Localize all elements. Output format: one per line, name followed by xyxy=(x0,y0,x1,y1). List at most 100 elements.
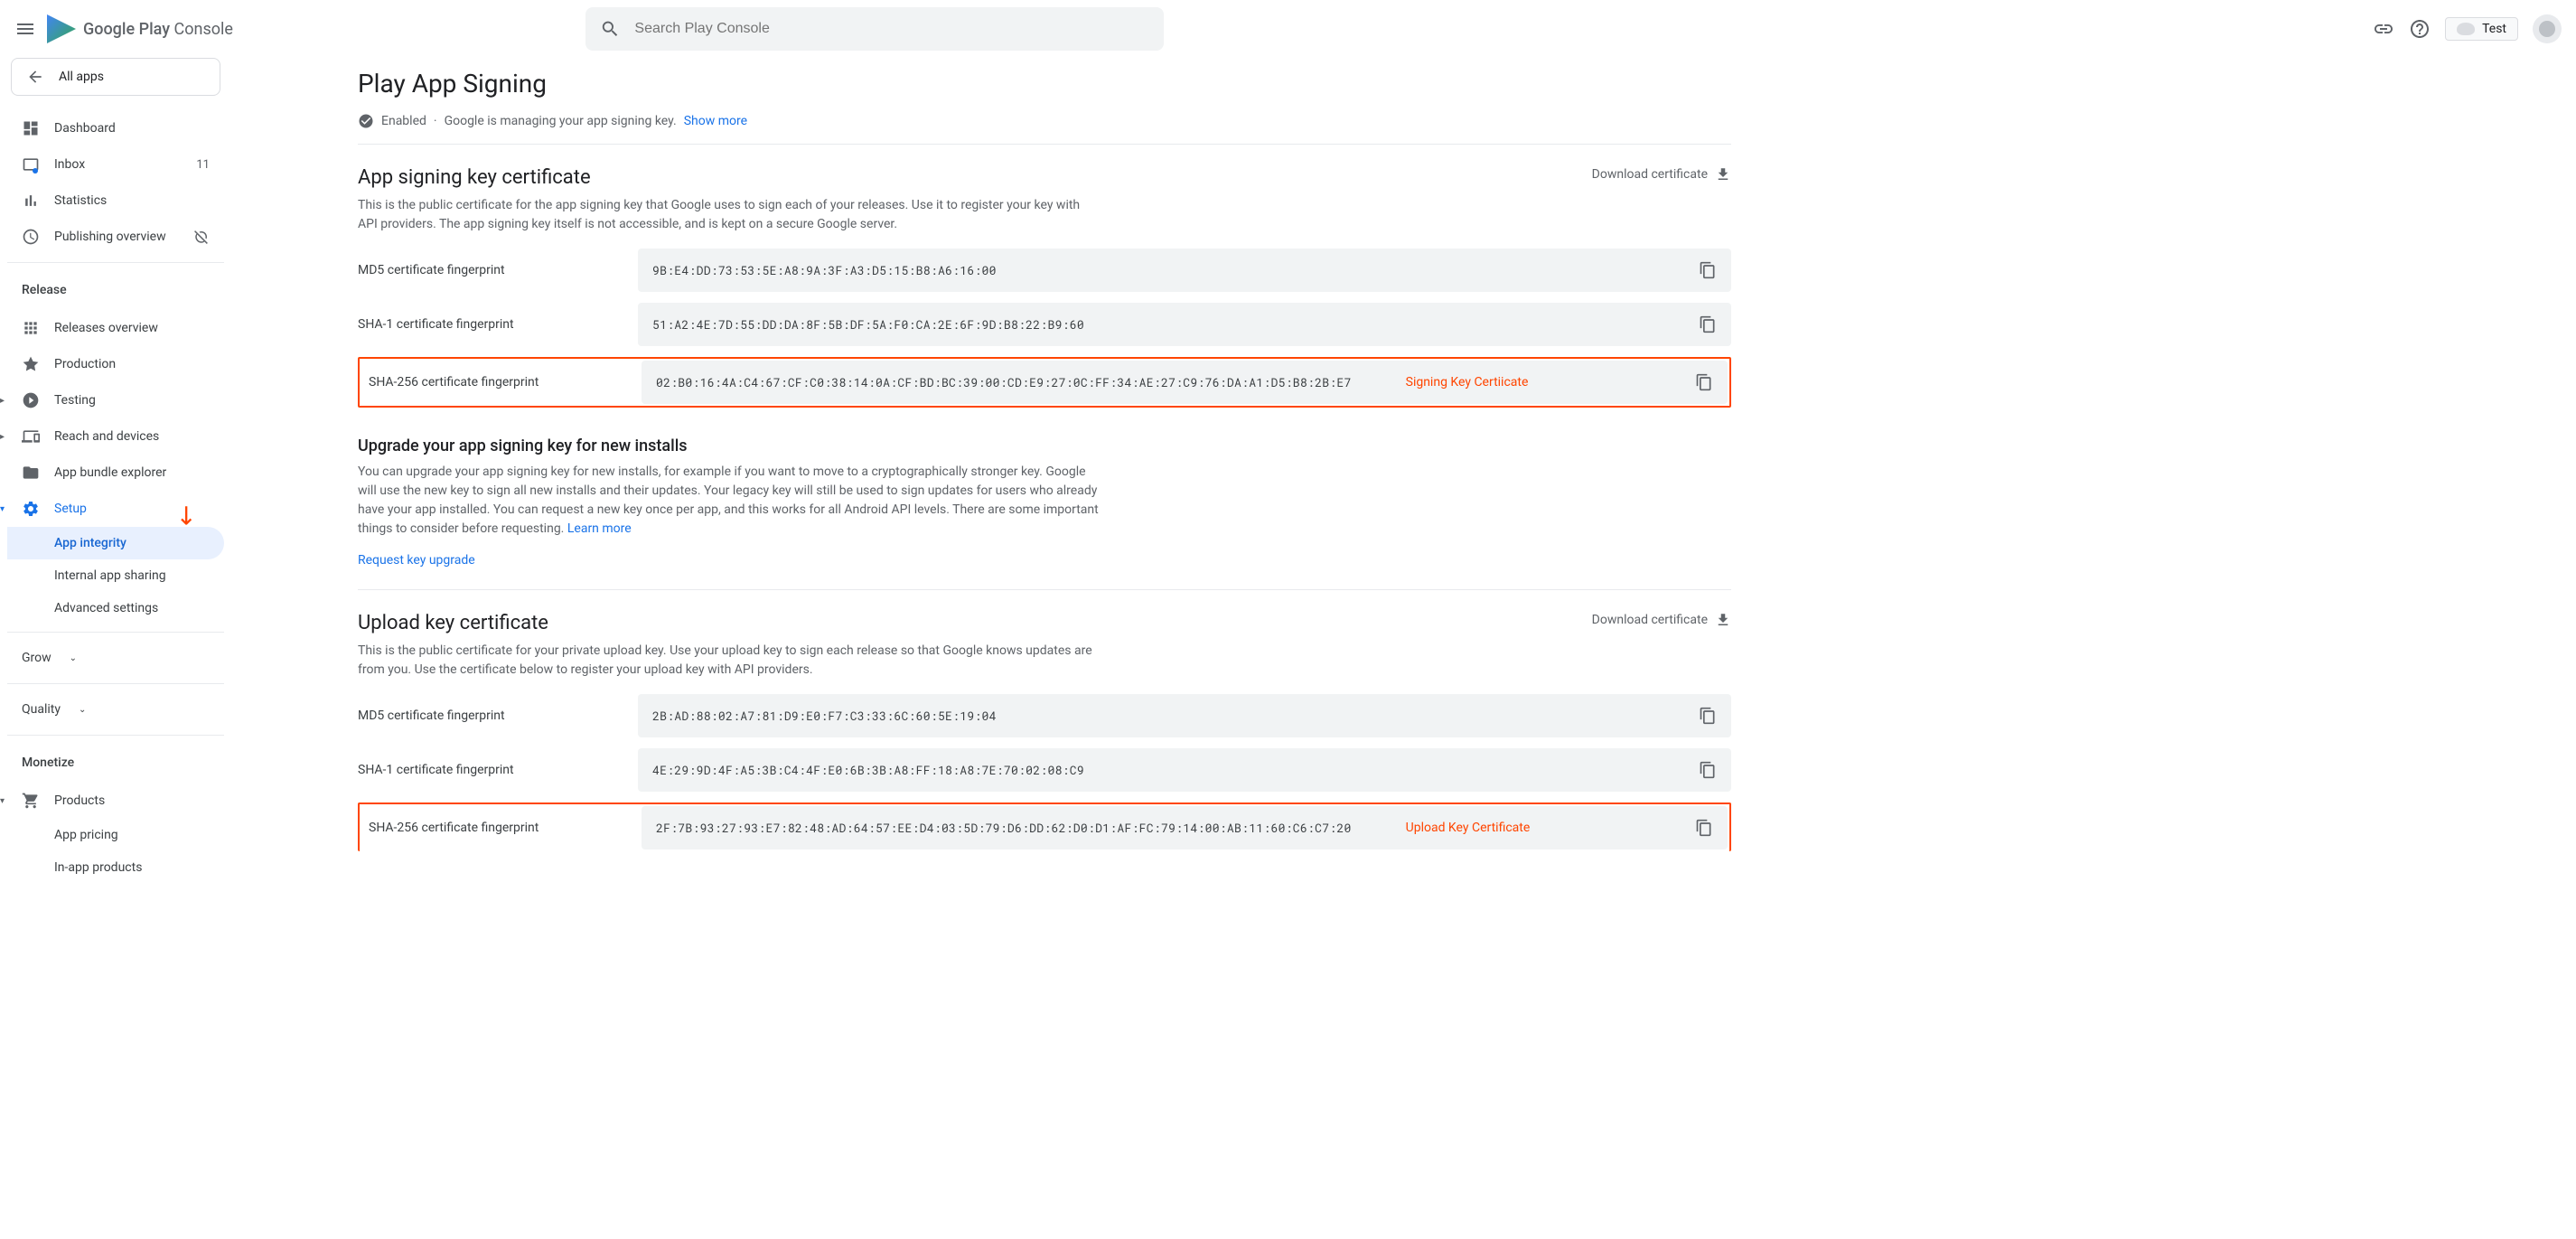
logo[interactable]: Google Play Console xyxy=(47,14,233,43)
sidebar-item-dashboard[interactable]: Dashboard xyxy=(7,110,224,146)
reach-icon xyxy=(22,427,40,446)
grow-section-header[interactable]: Grow ⌄ xyxy=(7,640,224,676)
fp-label: MD5 certificate fingerprint xyxy=(358,263,638,277)
sidebar-item-in-app-products[interactable]: In-app products xyxy=(7,851,224,884)
sidebar-item-label: Inbox xyxy=(54,157,85,172)
sidebar-item-inbox[interactable]: Inbox 11 xyxy=(7,146,224,183)
signing-sha256-row: SHA-256 certificate fingerprint 02:B0:16… xyxy=(361,361,1728,404)
sidebar-item-label: Testing xyxy=(54,393,96,408)
upload-sha256-row: SHA-256 certificate fingerprint 2F:7B:93… xyxy=(361,806,1728,849)
sidebar-item-reach[interactable]: ▸ Reach and devices xyxy=(7,418,224,455)
sidebar-item-publishing[interactable]: Publishing overview xyxy=(7,219,224,255)
learn-more-link[interactable]: Learn more xyxy=(567,521,632,536)
help-icon[interactable] xyxy=(2409,18,2431,40)
sidebar-item-label: Production xyxy=(54,357,116,371)
upload-sha256-highlight: SHA-256 certificate fingerprint 2F:7B:93… xyxy=(358,803,1731,851)
upgrade-title: Upgrade your app signing key for new ins… xyxy=(358,436,1731,455)
upload-sha1-row: SHA-1 certificate fingerprint 4E:29:9D:4… xyxy=(358,748,1731,792)
main-content: Play App Signing Enabled · Google is man… xyxy=(231,58,1767,887)
sidebar-item-label: Setup xyxy=(54,502,87,516)
test-chip[interactable]: Test xyxy=(2445,17,2518,41)
signing-section-title: App signing key certificate xyxy=(358,166,1099,189)
chevron-down-icon: ⌄ xyxy=(79,705,86,715)
header-actions: Test xyxy=(2373,14,2562,43)
test-label: Test xyxy=(2482,22,2506,36)
expand-icon: ▸ xyxy=(0,432,9,442)
copy-button[interactable] xyxy=(1684,761,1717,779)
signing-sha1-row: SHA-1 certificate fingerprint 51:A2:4E:7… xyxy=(358,303,1731,346)
fp-label: SHA-1 certificate fingerprint xyxy=(358,763,638,777)
fp-value: 2F:7B:93:27:93:E7:82:48:AD:64:57:EE:D4:0… xyxy=(656,820,1352,836)
sidebar-item-testing[interactable]: ▸ Testing xyxy=(7,382,224,418)
products-icon xyxy=(22,792,40,810)
fp-value: 4E:29:9D:4F:A5:3B:C4:4F:E0:6B:3B:A8:FF:1… xyxy=(652,762,1084,778)
fp-value-box: 02:B0:16:4A:C4:67:CF:C0:38:14:0A:CF:BD:B… xyxy=(642,361,1728,404)
search-input[interactable] xyxy=(634,21,1149,37)
fp-label: MD5 certificate fingerprint xyxy=(358,709,638,723)
fp-value: 51:A2:4E:7D:55:DD:DA:8F:5B:DF:5A:F0:CA:2… xyxy=(652,316,1084,333)
upload-section-title: Upload key certificate xyxy=(358,612,1099,634)
upload-section-desc: This is the public certificate for your … xyxy=(358,642,1099,680)
all-apps-label: All apps xyxy=(59,70,104,84)
header: Google Play Console Test xyxy=(0,0,2576,58)
releases-icon xyxy=(22,319,40,337)
expand-icon: ▾ xyxy=(0,504,9,514)
publishing-icon xyxy=(22,228,40,246)
sidebar-item-label: Releases overview xyxy=(54,321,158,335)
release-section-header: Release xyxy=(7,270,224,310)
status-enabled: Enabled xyxy=(381,114,426,128)
sidebar-item-label: Dashboard xyxy=(54,121,116,136)
sidebar-item-bundle[interactable]: App bundle explorer xyxy=(7,455,224,491)
sidebar-item-label: Reach and devices xyxy=(54,429,159,444)
fp-label: SHA-256 certificate fingerprint xyxy=(361,375,642,390)
copy-button[interactable] xyxy=(1681,373,1713,391)
sidebar-item-statistics[interactable]: Statistics xyxy=(7,183,224,219)
sidebar-item-advanced[interactable]: Advanced settings xyxy=(7,592,224,624)
sidebar-item-label: App pricing xyxy=(54,828,118,842)
expand-icon: ▸ xyxy=(0,396,9,406)
quality-section-header[interactable]: Quality ⌄ xyxy=(7,691,224,727)
link-icon[interactable] xyxy=(2373,18,2394,40)
sidebar-item-app-pricing[interactable]: App pricing xyxy=(7,819,224,851)
status-desc: Google is managing your app signing key. xyxy=(445,114,677,128)
search-bar[interactable] xyxy=(585,7,1164,51)
menu-icon[interactable] xyxy=(14,18,36,40)
production-icon xyxy=(22,355,40,373)
stats-icon xyxy=(22,192,40,210)
copy-button[interactable] xyxy=(1684,261,1717,279)
search-icon xyxy=(600,18,620,40)
fp-value: 2B:AD:88:02:A7:81:D9:E0:F7:C3:33:6C:60:5… xyxy=(652,708,997,724)
upgrade-desc: You can upgrade your app signing key for… xyxy=(358,463,1099,539)
all-apps-button[interactable]: All apps xyxy=(11,58,220,96)
sidebar-item-label: App bundle explorer xyxy=(54,465,166,480)
fp-value: 9B:E4:DD:73:53:5E:A8:9A:3F:A3:D5:15:B8:A… xyxy=(652,262,997,278)
signing-sha256-highlight: SHA-256 certificate fingerprint 02:B0:16… xyxy=(358,357,1731,408)
avatar[interactable] xyxy=(2533,14,2562,43)
fp-value: 02:B0:16:4A:C4:67:CF:C0:38:14:0A:CF:BD:B… xyxy=(656,374,1352,390)
request-upgrade-link[interactable]: Request key upgrade xyxy=(358,553,475,568)
sidebar-item-app-integrity[interactable]: App integrity xyxy=(7,527,224,559)
fp-value-box: 2F:7B:93:27:93:E7:82:48:AD:64:57:EE:D4:0… xyxy=(642,806,1728,849)
sidebar-item-products[interactable]: ▾ Products xyxy=(7,783,224,819)
fp-value-box: 51:A2:4E:7D:55:DD:DA:8F:5B:DF:5A:F0:CA:2… xyxy=(638,303,1731,346)
annotation-upload: Upload Key Certificate xyxy=(1406,821,1531,835)
sidebar-item-production[interactable]: Production xyxy=(7,346,224,382)
upload-md5-row: MD5 certificate fingerprint 2B:AD:88:02:… xyxy=(358,694,1731,737)
copy-button[interactable] xyxy=(1684,707,1717,725)
copy-button[interactable] xyxy=(1681,819,1713,837)
show-more-link[interactable]: Show more xyxy=(684,114,747,128)
download-signing-cert[interactable]: Download certificate xyxy=(1592,166,1731,183)
page-title: Play App Signing xyxy=(358,69,1731,99)
sidebar-item-internal-sharing[interactable]: Internal app sharing xyxy=(7,559,224,592)
download-upload-cert[interactable]: Download certificate xyxy=(1592,612,1731,628)
download-icon xyxy=(1715,612,1731,628)
setup-icon xyxy=(22,500,40,518)
status-dot: · xyxy=(434,114,437,128)
copy-button[interactable] xyxy=(1684,315,1717,333)
sidebar-item-releases-overview[interactable]: Releases overview xyxy=(7,310,224,346)
bundle-icon xyxy=(22,464,40,482)
signing-section-desc: This is the public certificate for the a… xyxy=(358,196,1099,234)
sidebar-item-label: App integrity xyxy=(54,536,126,550)
unpublished-icon xyxy=(193,229,210,245)
sidebar-item-label: Products xyxy=(54,793,105,808)
